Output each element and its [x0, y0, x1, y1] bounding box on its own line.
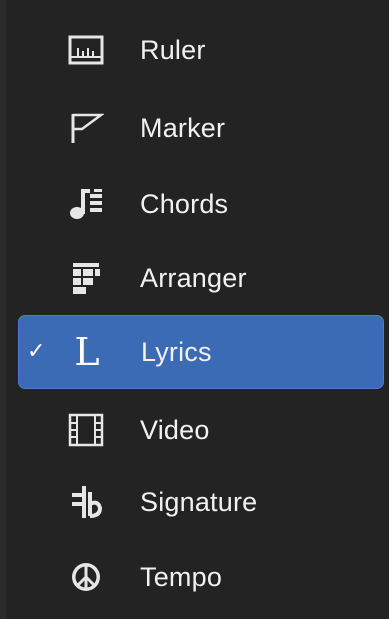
signature-icon	[66, 482, 106, 522]
menu-item-label: Arranger	[140, 262, 247, 293]
menu-item-label: Video	[140, 414, 210, 445]
lyrics-icon: L	[67, 332, 107, 372]
track-types-menu: Ruler Marker Chords Arranger ✓ L Lyrics …	[0, 0, 389, 619]
menu-item-marker[interactable]: Marker	[18, 91, 384, 165]
checkmark-icon: ✓	[27, 339, 46, 364]
video-film-icon	[66, 410, 106, 450]
menu-item-label: Tempo	[140, 561, 223, 592]
menu-item-lyrics[interactable]: ✓ L Lyrics	[18, 315, 384, 389]
chords-icon	[66, 184, 106, 224]
menu-item-label: Lyrics	[141, 336, 212, 367]
tempo-icon	[66, 557, 106, 597]
menu-item-label: Marker	[140, 112, 226, 143]
marker-flag-icon	[66, 108, 106, 148]
menu-item-video[interactable]: Video	[18, 393, 384, 467]
arranger-icon	[66, 258, 106, 298]
lyrics-glyph: L	[74, 330, 100, 374]
menu-item-ruler[interactable]: Ruler	[18, 13, 384, 87]
ruler-icon	[66, 30, 106, 70]
menu-item-tempo[interactable]: Tempo	[18, 540, 384, 614]
menu-item-chords[interactable]: Chords	[18, 167, 384, 241]
menu-item-label: Ruler	[140, 34, 206, 65]
menu-item-arranger[interactable]: Arranger	[18, 241, 384, 315]
menu-item-label: Chords	[140, 188, 229, 219]
menu-item-label: Signature	[140, 486, 258, 517]
menu-item-signature[interactable]: Signature	[18, 465, 384, 539]
